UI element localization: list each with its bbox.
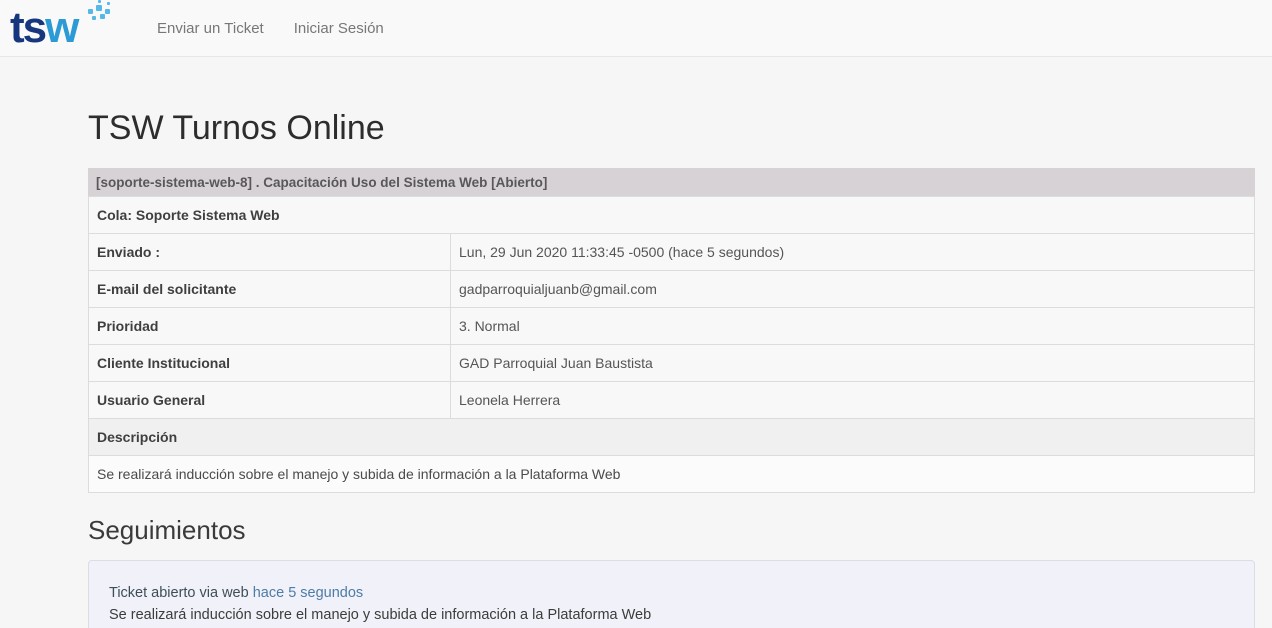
logo-pixel-dot [88, 9, 93, 14]
table-row-queue: Cola: Soporte Sistema Web [89, 197, 1255, 234]
followup-body-text: Se realizará inducción sobre el manejo y… [109, 605, 1234, 626]
table-row-institutional-client: Cliente Institucional GAD Parroquial Jua… [89, 345, 1255, 382]
row-value: Leonela Herrera [451, 382, 1255, 419]
table-row-priority: Prioridad 3. Normal [89, 308, 1255, 345]
logo-pixel-dot [96, 5, 102, 11]
row-label: E-mail del solicitante [89, 271, 451, 308]
nav-links: Enviar un Ticket Iniciar Sesión [142, 10, 399, 47]
followup-entry: Ticket abierto via web hace 5 segundos S… [88, 560, 1255, 628]
table-row-description-body: Se realizará inducción sobre el manejo y… [89, 456, 1255, 493]
table-row-description-header: Descripción [89, 419, 1255, 456]
followups-heading: Seguimientos [88, 515, 1255, 546]
followup-time-link[interactable]: hace 5 segundos [253, 585, 363, 601]
logo-pixel-dot [98, 0, 101, 3]
row-value: 3. Normal [451, 308, 1255, 345]
nav-link-login[interactable]: Iniciar Sesión [279, 10, 399, 47]
table-row-email: E-mail del solicitante gadparroquialjuan… [89, 271, 1255, 308]
logo-pixel-dot [92, 16, 96, 20]
ticket-title-bar: [soporte-sistema-web-8] . Capacitación U… [88, 168, 1255, 196]
top-navbar: tsw Enviar un Ticket Iniciar Sesión [0, 0, 1272, 57]
table-row-general-user: Usuario General Leonela Herrera [89, 382, 1255, 419]
nav-link-submit-ticket[interactable]: Enviar un Ticket [142, 10, 279, 47]
row-value: GAD Parroquial Juan Baustista [451, 345, 1255, 382]
logo-pixel-dot [105, 9, 110, 14]
followup-meta-line: Ticket abierto via web hace 5 segundos [109, 583, 1234, 604]
description-text: Se realizará inducción sobre el manejo y… [89, 456, 1255, 493]
row-value: gadparroquialjuanb@gmail.com [451, 271, 1255, 308]
tsw-logo-text: tsw [10, 3, 77, 53]
row-label: Cliente Institucional [89, 345, 451, 382]
row-value: Lun, 29 Jun 2020 11:33:45 -0500 (hace 5 … [451, 234, 1255, 271]
description-label: Descripción [89, 419, 1255, 456]
page-title: TSW Turnos Online [88, 109, 1255, 148]
main-content: TSW Turnos Online [soporte-sistema-web-8… [88, 109, 1255, 628]
followup-prefix: Ticket abierto via web [109, 585, 253, 601]
row-label: Prioridad [89, 308, 451, 345]
row-label: Usuario General [89, 382, 451, 419]
tsw-logo[interactable]: tsw [10, 0, 114, 56]
logo-pixel-dot [107, 2, 110, 5]
logo-pixel-dot [100, 14, 105, 19]
row-label: Enviado : [89, 234, 451, 271]
ticket-details-table: Cola: Soporte Sistema Web Enviado : Lun,… [88, 196, 1255, 493]
table-row-sent: Enviado : Lun, 29 Jun 2020 11:33:45 -050… [89, 234, 1255, 271]
queue-cell: Cola: Soporte Sistema Web [89, 197, 1255, 234]
